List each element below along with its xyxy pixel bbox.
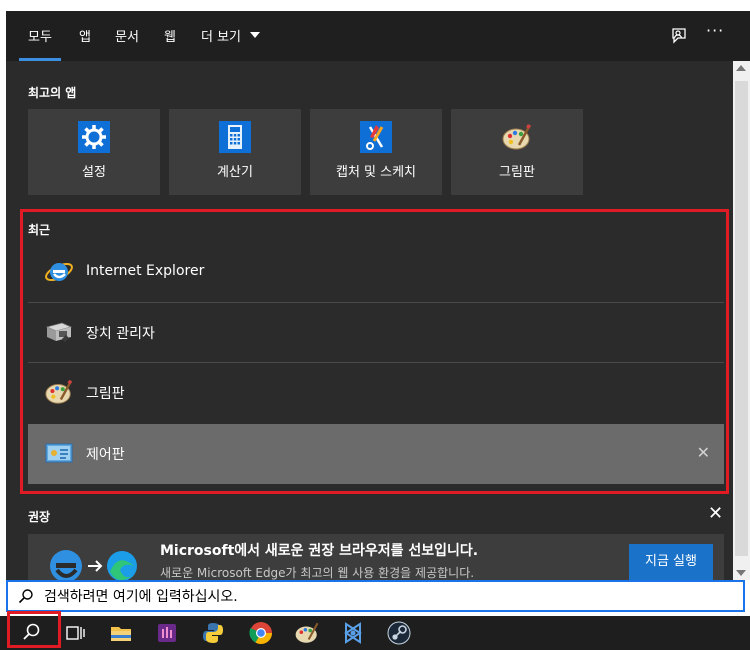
task-view-icon[interactable] xyxy=(62,620,88,646)
recent-item-internet-explorer[interactable]: Internet Explorer xyxy=(28,243,724,303)
feedback-icon[interactable] xyxy=(669,26,689,50)
remove-icon[interactable]: ✕ xyxy=(697,443,710,462)
search-input[interactable] xyxy=(42,586,726,608)
tab-web[interactable]: 웹 xyxy=(164,26,176,45)
paint-palette-icon xyxy=(45,379,73,404)
recent-item-label: 제어판 xyxy=(86,447,125,463)
close-icon[interactable]: ✕ xyxy=(708,503,723,524)
tab-all[interactable]: 모두 xyxy=(19,26,61,61)
settings-gear-icon xyxy=(78,121,110,153)
internet-explorer-icon xyxy=(45,262,73,282)
recommended-title: 권장 xyxy=(28,510,51,524)
app-tile-label: 그림판 xyxy=(499,165,535,180)
app-tile-label: 캡처 및 스케치 xyxy=(335,165,417,180)
top-apps-title: 최고의 앱 xyxy=(28,86,77,100)
calculator-icon xyxy=(219,121,251,153)
run-now-button[interactable]: 지금 실행 xyxy=(629,544,713,580)
taskbar xyxy=(0,616,750,650)
app-tile-paint[interactable]: 그림판 xyxy=(451,109,583,195)
python-icon[interactable] xyxy=(200,620,226,646)
control-panel-icon xyxy=(45,443,73,463)
recent-title: 최근 xyxy=(28,223,51,237)
app-tile-calculator[interactable]: 계산기 xyxy=(169,109,301,195)
scrollbar-thumb[interactable] xyxy=(735,81,748,556)
search-box[interactable] xyxy=(6,580,745,612)
search-panel: 모두 앱 문서 웹 더 보기 ··· 최고의 앱 설정 계산기 캡처 및 스케치… xyxy=(6,11,750,580)
chrome-icon[interactable] xyxy=(248,620,274,646)
recent-item-label: Internet Explorer xyxy=(86,263,205,279)
tab-more[interactable]: 더 보기 xyxy=(201,26,241,45)
app-tile-label: 계산기 xyxy=(217,165,253,180)
edge-promo-card[interactable]: Microsoft에서 새로운 권장 브라우저를 선보입니다. 새로운 Micr… xyxy=(28,534,724,580)
promo-headline: Microsoft에서 새로운 권장 브라우저를 선보입니다. xyxy=(160,543,479,559)
edge-upgrade-icon xyxy=(50,550,137,580)
scroll-down-icon[interactable] xyxy=(736,570,746,576)
recent-item-label: 장치 관리자 xyxy=(86,326,155,342)
scrollbar[interactable] xyxy=(733,61,750,580)
search-icon xyxy=(18,589,33,604)
device-manager-icon xyxy=(45,322,73,342)
search-tabs-bar: 모두 앱 문서 웹 더 보기 ··· xyxy=(6,11,750,61)
taskbar-search-highlight xyxy=(7,611,61,648)
paint-icon[interactable] xyxy=(294,620,320,646)
steam-icon[interactable] xyxy=(386,620,412,646)
app-tile-settings[interactable]: 설정 xyxy=(28,109,160,195)
snip-sketch-icon xyxy=(360,121,392,153)
promo-subtext: 새로운 Microsoft Edge가 최고의 웹 사용 환경을 제공합니다. xyxy=(160,566,475,580)
chevron-down-icon[interactable] xyxy=(250,32,260,38)
scroll-up-icon[interactable] xyxy=(736,65,746,71)
app-tile-label: 설정 xyxy=(82,165,106,180)
visual-studio-icon[interactable] xyxy=(340,620,366,646)
file-explorer-icon[interactable] xyxy=(108,620,134,646)
more-options-icon[interactable]: ··· xyxy=(706,21,724,40)
app-icon[interactable] xyxy=(154,620,180,646)
app-tile-snip-sketch[interactable]: 캡처 및 스케치 xyxy=(310,109,442,195)
tab-apps[interactable]: 앱 xyxy=(79,26,91,45)
recent-item-label: 그림판 xyxy=(86,386,125,402)
paint-palette-icon xyxy=(502,124,532,150)
recent-item-device-manager[interactable]: 장치 관리자 xyxy=(28,303,724,363)
recent-item-paint[interactable]: 그림판 xyxy=(28,363,724,423)
recent-item-control-panel[interactable]: 제어판 ✕ xyxy=(28,424,724,484)
tab-documents[interactable]: 문서 xyxy=(115,26,139,45)
